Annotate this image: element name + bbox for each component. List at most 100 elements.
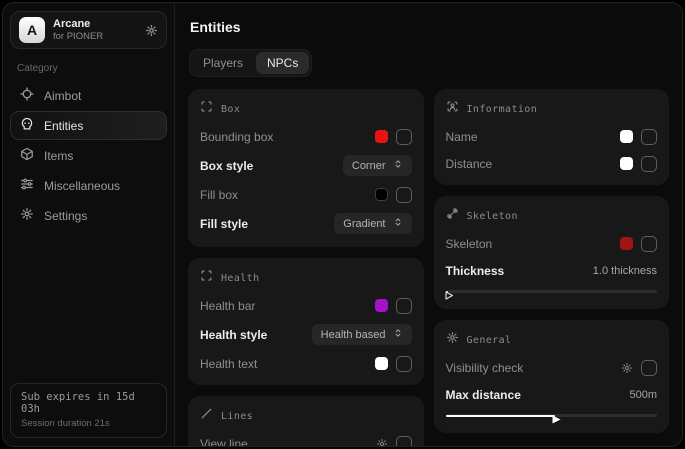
row-controls [375,298,412,314]
card-header: Health [200,269,412,287]
fill-box-checkbox[interactable] [396,187,412,203]
skeleton-checkbox[interactable] [641,236,657,252]
health-text-color-swatch[interactable] [375,357,388,370]
health-bar-row: Health bar [200,297,412,314]
card-title: General [467,335,512,346]
package-icon [20,147,34,164]
card-general: GeneralVisibility checkMax distance500m [434,320,670,433]
unfold-icon [393,159,403,172]
health-text-row: Health text [200,355,412,372]
bounding-box-row: Bounding box [200,128,412,145]
sidebar-item-items[interactable]: Items [10,141,167,170]
sidebar-item-settings[interactable]: Settings [10,201,167,230]
health-text-label: Health text [200,357,257,371]
unfold-icon [393,217,403,230]
card-lines: LinesView lineLine to enemy [188,396,424,447]
sidebar-item-miscellaneous[interactable]: Miscellaneous [10,171,167,200]
health-bar-label: Health bar [200,299,255,313]
dropdown-value: Corner [352,160,386,172]
dropdown-value: Gradient [343,218,385,230]
card-title: Information [467,104,538,115]
right-column: InformationNameDistanceSkeletonSkeletonT… [434,89,670,433]
row-controls [621,360,657,376]
app-subtitle: for PIONER [53,32,103,42]
fill-box-row: Fill box [200,186,412,203]
bounding-box-label: Bounding box [200,130,273,144]
card-title: Skeleton [467,211,518,222]
sidebar-item-label: Settings [44,209,87,223]
sidebar: A Arcane for PIONER Category AimbotEntit… [3,3,175,446]
health-style-dropdown[interactable]: Health based [312,324,412,345]
page-title: Entities [190,19,669,35]
left-column: Box Bounding box Box style Corner Fill box Fi… [188,89,424,447]
thickness-value: 1.0 thickness [593,265,657,277]
max-distance-label: Max distance [446,388,521,402]
sidebar-item-label: Miscellaneous [44,179,120,193]
slider-handle[interactable] [552,411,561,420]
sidebar-item-label: Aimbot [44,89,81,103]
fill-style-label: Fill style [200,217,248,231]
fill-box-color-swatch[interactable] [375,188,388,201]
app-header: A Arcane for PIONER [10,11,167,49]
gear-icon[interactable] [621,362,633,374]
box-style-row: Box style Corner [200,155,412,176]
sidebar-item-label: Items [44,149,73,163]
view-line-label: View line [200,437,248,448]
fill-style-dropdown[interactable]: Gradient [334,213,411,234]
card-columns: Box Bounding box Box style Corner Fill box Fi… [188,89,669,447]
sidebar-item-label: Entities [44,119,83,133]
line-icon [200,407,213,425]
distance-checkbox[interactable] [641,156,657,172]
row-controls [376,436,412,448]
view-line-row: View line [200,435,412,447]
app-title-block: Arcane for PIONER [53,18,103,43]
dropdown-value: Health based [321,329,386,341]
row-controls [620,156,657,172]
name-label: Name [446,130,478,144]
bounding-box-checkbox[interactable] [396,129,412,145]
slider-track [446,290,658,293]
health-text-checkbox[interactable] [396,356,412,372]
sub-expiry-text: Sub expires in 15d 03h [21,391,156,415]
sidebar-item-entities[interactable]: Entities [10,111,167,140]
distance-color-swatch[interactable] [620,157,633,170]
card-header: Box [200,100,412,118]
box-style-dropdown[interactable]: Corner [343,155,412,176]
tab-players[interactable]: Players [192,52,254,74]
thickness-slider[interactable] [446,287,658,296]
max-distance-slider[interactable] [446,411,658,420]
name-checkbox[interactable] [641,129,657,145]
sidebar-item-aimbot[interactable]: Aimbot [10,81,167,110]
visibility-check-checkbox[interactable] [641,360,657,376]
card-title: Box [221,104,240,115]
row-controls [375,187,412,203]
card-header: Skeleton [446,207,658,225]
health-style-label: Health style [200,328,267,342]
box-style-label: Box style [200,159,253,173]
tab-npcs[interactable]: NPCs [256,52,309,74]
skull-icon [20,117,34,134]
distance-label: Distance [446,157,493,171]
slider-fill [446,415,556,417]
slider-handle[interactable] [445,287,454,296]
fill-style-row: Fill style Gradient [200,213,412,234]
gear-icon [20,207,34,224]
tab-group: PlayersNPCs [189,49,312,77]
health-bar-checkbox[interactable] [396,298,412,314]
gear-icon [446,331,459,349]
gear-icon[interactable] [376,438,388,448]
health-bar-color-swatch[interactable] [375,299,388,312]
bounding-box-color-swatch[interactable] [375,130,388,143]
main-panel: Entities PlayersNPCs Box Bounding box Box … [175,3,682,446]
name-color-swatch[interactable] [620,130,633,143]
row-controls [620,236,657,252]
gear-icon[interactable] [145,24,158,37]
skeleton-label: Skeleton [446,237,493,251]
card-header: Information [446,100,658,118]
visibility-check-label: Visibility check [446,361,524,375]
skeleton-color-swatch[interactable] [620,237,633,250]
bone-icon [446,207,459,225]
row-controls [375,129,412,145]
view-line-checkbox[interactable] [396,436,412,448]
card-box: Box Bounding box Box style Corner Fill box Fi… [188,89,424,247]
